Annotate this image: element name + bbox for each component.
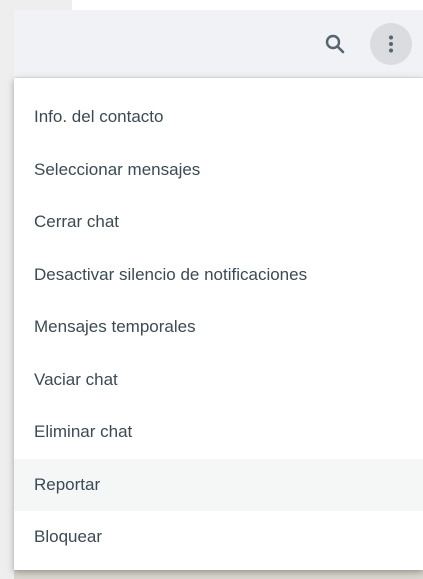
menu-item-clear-chat[interactable]: Vaciar chat (14, 354, 423, 407)
menu-item-unmute-notifications[interactable]: Desactivar silencio de notificaciones (14, 249, 423, 302)
search-button[interactable] (315, 24, 355, 64)
menu-item-contact-info[interactable]: Info. del contacto (14, 91, 423, 144)
menu-item-label: Bloquear (34, 527, 103, 547)
menu-item-close-chat[interactable]: Cerrar chat (14, 196, 423, 249)
menu-item-label: Desactivar silencio de notificaciones (34, 264, 308, 284)
menu-item-select-messages[interactable]: Seleccionar mensajes (14, 144, 423, 197)
menu-item-label: Mensajes temporales (34, 317, 196, 337)
menu-item-label: Seleccionar mensajes (34, 159, 201, 179)
kebab-menu-icon (389, 35, 393, 53)
menu-item-report[interactable]: Reportar (14, 458, 423, 511)
menu-item-label: Info. del contacto (34, 107, 164, 127)
chat-options-menu: Info. del contacto Seleccionar mensajes … (14, 78, 423, 570)
menu-item-label: Eliminar chat (34, 422, 133, 442)
menu-item-delete-chat[interactable]: Eliminar chat (14, 406, 423, 459)
search-icon (325, 34, 345, 54)
top-strip-left (14, 0, 72, 10)
menu-item-disappearing-messages[interactable]: Mensajes temporales (14, 301, 423, 354)
menu-button[interactable] (370, 23, 412, 65)
menu-item-label: Vaciar chat (34, 369, 118, 389)
top-strip (14, 0, 423, 10)
menu-item-block[interactable]: Bloquear (14, 511, 423, 564)
chat-header (14, 10, 423, 78)
menu-item-label: Reportar (34, 474, 101, 494)
side-panel (0, 0, 14, 579)
menu-item-label: Cerrar chat (34, 212, 120, 232)
